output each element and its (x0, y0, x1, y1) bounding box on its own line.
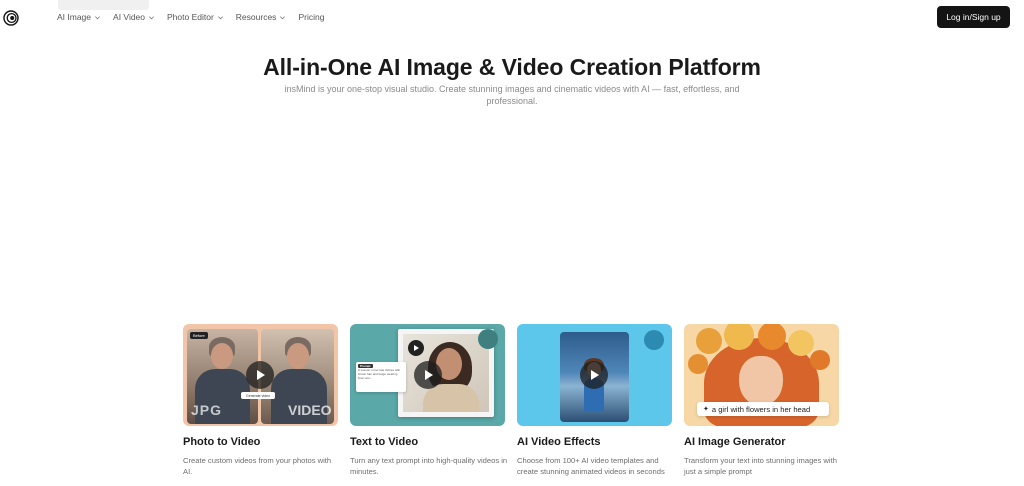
decorative-circle (478, 329, 498, 349)
card-description: Choose from 100+ AI video templates and … (517, 456, 665, 476)
nav-item-label: AI Image (57, 12, 92, 22)
page-subtitle: insMind is your one-stop visual studio. … (284, 84, 740, 106)
nav-menu: AI Image AI Video Photo Editor Resources… (57, 12, 324, 22)
card-description: Create custom videos from your photos wi… (183, 456, 332, 476)
decorative-circle (644, 330, 664, 350)
play-icon[interactable] (580, 361, 608, 389)
card-ai-video-effects[interactable]: AI Video Effects Choose from 100+ AI vid… (517, 324, 672, 476)
mini-play-icon (408, 340, 424, 356)
prompt-preview: Prompt A woman in her late thirties with… (356, 362, 406, 392)
spiral-logo-icon[interactable] (3, 10, 19, 26)
card-thumbnail[interactable]: ✦ a girl with flowers in her head (684, 324, 839, 426)
chevron-down-icon (149, 15, 154, 19)
nav-item-label: Resources (235, 12, 277, 22)
jpg-label: JPG (191, 402, 223, 418)
card-description: Turn any text prompt into high-quality v… (350, 456, 508, 476)
top-nav: AI Image AI Video Photo Editor Resources… (0, 0, 1024, 36)
card-title[interactable]: AI Video Effects (517, 436, 601, 448)
prompt-text: A woman in her late thirties with brown … (358, 368, 401, 380)
play-icon[interactable] (246, 361, 274, 389)
page-title: All-in-One AI Image & Video Creation Pla… (263, 54, 761, 80)
nav-item-photo-editor[interactable]: Photo Editor (167, 12, 224, 22)
chevron-down-icon (280, 15, 286, 19)
card-title[interactable]: Photo to Video (183, 436, 260, 448)
chevron-down-icon (95, 15, 100, 19)
nav-item-resources[interactable]: Resources (236, 12, 287, 22)
illustration-face (739, 356, 783, 406)
card-title[interactable]: Text to Video (350, 436, 418, 448)
nav-item-ai-video[interactable]: AI Video (113, 12, 155, 22)
card-thumbnail[interactable] (517, 324, 672, 426)
sparkle-icon: ✦ (703, 406, 709, 413)
nav-highlight (58, 0, 149, 10)
video-label: VIDEO (288, 402, 332, 418)
card-photo-to-video[interactable]: Before JPG VIDEO Generate video Photo to… (183, 324, 338, 476)
nav-item-label: Pricing (298, 12, 325, 22)
generate-video-mini-button: Generate video (241, 392, 275, 399)
prompt-text: a girl with flowers in her head (711, 404, 811, 414)
card-title[interactable]: AI Image Generator (684, 436, 785, 448)
play-icon[interactable] (414, 361, 442, 389)
card-description: Transform your text into stunning images… (684, 456, 837, 476)
card-text-to-video[interactable]: Prompt A woman in her late thirties with… (350, 324, 507, 476)
chevron-down-icon (217, 15, 223, 19)
nav-item-pricing[interactable]: Pricing (298, 12, 324, 22)
image-prompt-box: ✦ a girl with flowers in her head (697, 402, 829, 416)
nav-item-label: Photo Editor (167, 12, 214, 22)
before-badge: Before (190, 332, 208, 339)
nav-item-ai-image[interactable]: AI Image (57, 12, 101, 22)
card-ai-image-generator[interactable]: ✦ a girl with flowers in her head AI Ima… (684, 324, 839, 476)
card-thumbnail[interactable]: Prompt A woman in her late thirties with… (350, 324, 505, 426)
nav-item-label: AI Video (113, 12, 146, 22)
card-thumbnail[interactable]: Before JPG VIDEO Generate video (183, 324, 338, 426)
login-signup-button[interactable]: Log in/Sign up (937, 6, 1010, 28)
